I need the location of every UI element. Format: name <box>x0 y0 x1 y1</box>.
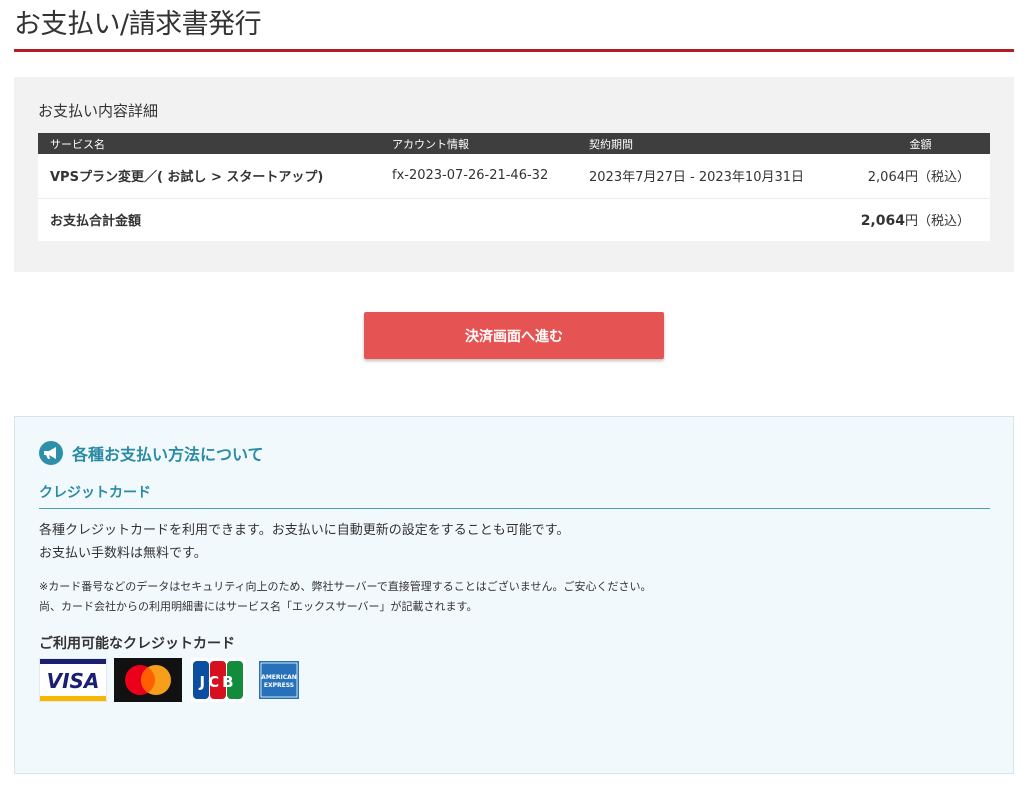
payment-details-heading: お支払い内容詳細 <box>38 102 159 120</box>
payment-details-table: サービス名 アカウント情報 契約期間 金額 VPSプラン変更／( お試し > ス… <box>38 133 990 241</box>
amex-logo-text-1: AMERICAN <box>261 674 297 681</box>
jcb-logo-icon: JCB <box>191 658 245 702</box>
credit-card-description-1: 各種クレジットカードを利用できます。お支払いに自動更新の設定をすることも可能です… <box>39 523 570 538</box>
column-header-service: サービス名 <box>38 133 380 154</box>
table-row: VPSプラン変更／( お試し > スタートアップ) fx-2023-07-26-… <box>38 154 990 199</box>
column-header-period: 契約期間 <box>577 133 839 154</box>
proceed-to-payment-button[interactable]: 決済画面へ進む <box>364 312 664 359</box>
total-amount-number: 2,064 <box>860 213 905 230</box>
security-note-1: ※カード番号などのデータはセキュリティ向上のため、弊社サーバーで直接管理すること… <box>39 580 652 593</box>
page-header: お支払い/請求書発行 <box>14 6 1014 52</box>
payment-methods-info-panel: 各種お支払い方法について クレジットカード 各種クレジットカードを利用できます。… <box>14 416 1014 774</box>
amex-logo-icon: AMERICAN EXPRESS <box>259 661 299 699</box>
total-row: お支払合計金額 2,064円（税込） <box>38 198 990 241</box>
visa-logo-icon: VISA <box>39 658 107 702</box>
column-header-account: アカウント情報 <box>380 133 577 154</box>
mastercard-logo-icon <box>114 658 182 702</box>
payment-methods-title: 各種お支払い方法について <box>72 445 264 464</box>
payment-methods-header: 各種お支払い方法について <box>39 441 264 465</box>
column-header-amount: 金額 <box>839 133 990 154</box>
credit-card-description-2: お支払い手数料は無料です。 <box>39 546 207 561</box>
table-header-row: サービス名 アカウント情報 契約期間 金額 <box>38 133 990 154</box>
payment-details-panel: お支払い内容詳細 サービス名 アカウント情報 契約期間 金額 VPSプラン変更／… <box>14 77 1014 272</box>
item-period: 2023年7月27日 - 2023年10月31日 <box>577 154 839 199</box>
credit-card-heading: クレジットカード <box>39 482 990 509</box>
item-amount: 2,064円（税込） <box>839 154 990 199</box>
available-cards-title: ご利用可能なクレジットカード <box>39 636 235 652</box>
security-note-2: 尚、カード会社からの利用明細書にはサービス名「エックスサーバー」が記載されます。 <box>39 600 478 613</box>
amex-logo-text-2: EXPRESS <box>264 682 294 689</box>
visa-logo-text: VISA <box>47 669 100 693</box>
total-label: お支払合計金額 <box>38 198 380 241</box>
jcb-logo-text: JCB <box>198 673 236 691</box>
page-title: お支払い/請求書発行 <box>14 9 262 40</box>
megaphone-icon <box>39 441 63 465</box>
item-service-name: VPSプラン変更／( お試し > スタートアップ) <box>38 154 380 199</box>
total-amount-suffix: 円（税込） <box>904 214 970 230</box>
total-amount: 2,064円（税込） <box>839 198 990 241</box>
item-account: fx-2023-07-26-21-46-32 <box>380 154 577 199</box>
